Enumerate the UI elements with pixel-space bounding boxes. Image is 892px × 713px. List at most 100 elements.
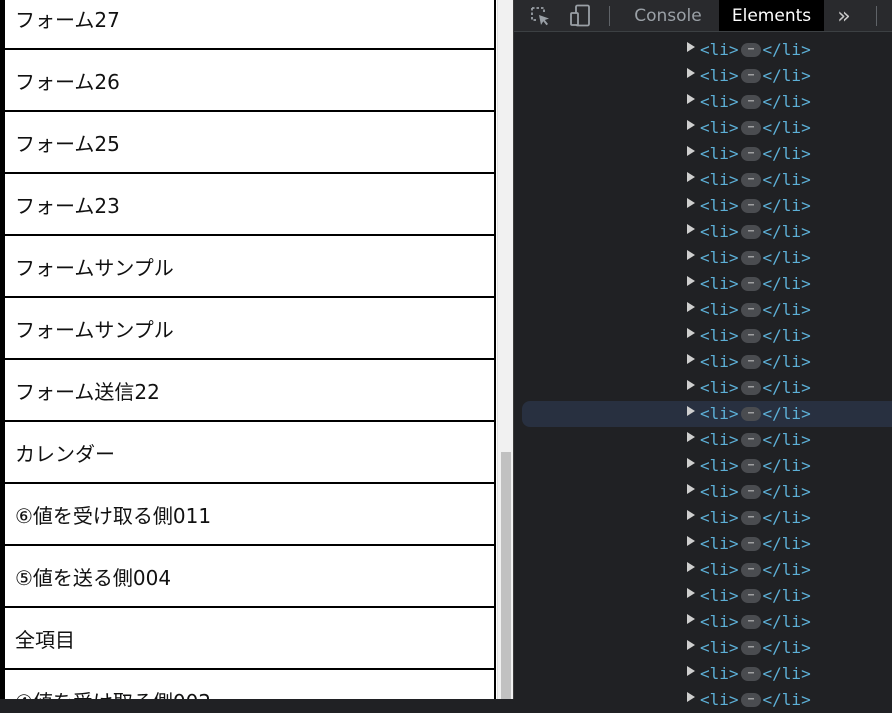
list-item[interactable]: カレンダー (5, 420, 496, 482)
dom-node-li[interactable]: <li> ⋯ </li> (514, 531, 892, 557)
expand-triangle-icon[interactable] (687, 510, 695, 520)
expand-triangle-icon[interactable] (687, 458, 695, 468)
collapsed-content-ellipsis[interactable]: ⋯ (740, 302, 761, 317)
collapsed-content-ellipsis[interactable]: ⋯ (740, 146, 761, 161)
dom-node-li[interactable]: <li> ⋯ </li> (514, 219, 892, 245)
dom-node-li[interactable]: <li> ⋯ </li> (514, 141, 892, 167)
collapsed-content-ellipsis[interactable]: ⋯ (740, 172, 761, 187)
collapsed-content-ellipsis[interactable]: ⋯ (740, 120, 761, 135)
expand-triangle-icon[interactable] (687, 588, 695, 598)
list-item[interactable]: フォーム23 (5, 172, 496, 234)
expand-triangle-icon[interactable] (687, 354, 695, 364)
expand-triangle-icon[interactable] (687, 666, 695, 676)
dom-node-li[interactable]: <li> ⋯ </li> (514, 245, 892, 271)
expand-triangle-icon[interactable] (687, 302, 695, 312)
list-item[interactable]: ⑤値を送る側004 (5, 544, 496, 606)
list-item[interactable]: フォームサンプル (5, 234, 496, 296)
collapsed-content-ellipsis[interactable]: ⋯ (740, 328, 761, 343)
dom-node-li[interactable]: <li> ⋯ </li> (514, 557, 892, 583)
open-tag: <li> (700, 482, 739, 501)
collapsed-content-ellipsis[interactable]: ⋯ (740, 536, 761, 551)
expand-triangle-icon[interactable] (687, 692, 695, 702)
collapsed-content-ellipsis[interactable]: ⋯ (740, 68, 761, 83)
dom-node-li[interactable]: <li> ⋯ </li> (514, 297, 892, 323)
expand-triangle-icon[interactable] (687, 484, 695, 494)
expand-triangle-icon[interactable] (687, 614, 695, 624)
collapsed-content-ellipsis[interactable]: ⋯ (740, 562, 761, 577)
dom-node-li[interactable]: <li> ⋯ </li> (514, 453, 892, 479)
dom-node-li[interactable]: <li> ⋯ </li> (514, 193, 892, 219)
list-item[interactable]: 全項目 (5, 606, 496, 668)
expand-triangle-icon[interactable] (687, 640, 695, 650)
expand-triangle-icon[interactable] (687, 224, 695, 234)
expand-triangle-icon[interactable] (687, 172, 695, 182)
dom-node-li[interactable]: <li> ⋯ </li> (514, 271, 892, 297)
expand-triangle-icon[interactable] (687, 42, 695, 52)
expand-triangle-icon[interactable] (687, 536, 695, 546)
list-item[interactable]: フォーム25 (5, 110, 496, 172)
collapsed-content-ellipsis[interactable]: ⋯ (740, 640, 761, 655)
expand-triangle-icon[interactable] (687, 432, 695, 442)
dom-node-li[interactable]: <li> ⋯ </li> (514, 635, 892, 661)
collapsed-content-ellipsis[interactable]: ⋯ (740, 666, 761, 681)
collapsed-content-ellipsis[interactable]: ⋯ (740, 42, 761, 57)
dom-node-li[interactable]: <li> ⋯ </li> (514, 89, 892, 115)
collapsed-content-ellipsis[interactable]: ⋯ (740, 458, 761, 473)
expand-triangle-icon[interactable] (687, 406, 695, 416)
collapsed-content-ellipsis[interactable]: ⋯ (740, 614, 761, 629)
dom-node-li[interactable]: <li> ⋯ </li> (514, 63, 892, 89)
dom-node-li[interactable]: <li> ⋯ </li> (514, 323, 892, 349)
collapsed-content-ellipsis[interactable]: ⋯ (740, 198, 761, 213)
tab-console[interactable]: Console (624, 0, 712, 31)
dom-node-li[interactable]: <li> ⋯ </li> (514, 687, 892, 713)
expand-triangle-icon[interactable] (687, 276, 695, 286)
collapsed-content-ellipsis[interactable]: ⋯ (740, 224, 761, 239)
collapsed-content-ellipsis[interactable]: ⋯ (740, 250, 761, 265)
dom-node-markup: <li> ⋯ </li> (700, 508, 811, 527)
collapsed-content-ellipsis[interactable]: ⋯ (740, 510, 761, 525)
expand-triangle-icon[interactable] (687, 328, 695, 338)
list-item[interactable]: ⑥値を受け取る側011 (5, 482, 496, 544)
dom-node-li[interactable]: <li> ⋯ </li> (514, 427, 892, 453)
dom-node-li[interactable]: <li> ⋯ </li> (514, 349, 892, 375)
expand-triangle-icon[interactable] (687, 562, 695, 572)
scrollbar-thumb[interactable] (501, 452, 511, 699)
collapsed-content-ellipsis[interactable]: ⋯ (740, 94, 761, 109)
close-tag: </li> (762, 586, 811, 605)
expand-triangle-icon[interactable] (687, 380, 695, 390)
collapsed-content-ellipsis[interactable]: ⋯ (740, 588, 761, 603)
collapsed-content-ellipsis[interactable]: ⋯ (740, 484, 761, 499)
expand-triangle-icon[interactable] (687, 120, 695, 130)
device-toolbar-icon[interactable] (568, 4, 592, 28)
collapsed-content-ellipsis[interactable]: ⋯ (740, 354, 761, 369)
list-item[interactable]: フォーム送信22 (5, 358, 496, 420)
dom-node-li[interactable]: <li> ⋯ </li> (514, 583, 892, 609)
tab-elements[interactable]: Elements (719, 0, 824, 31)
dom-node-li[interactable]: <li> ⋯ </li> (522, 401, 892, 427)
collapsed-content-ellipsis[interactable]: ⋯ (740, 432, 761, 447)
dom-node-li[interactable]: <li> ⋯ </li> (514, 661, 892, 687)
dom-node-li[interactable]: <li> ⋯ </li> (514, 37, 892, 63)
list-item[interactable]: フォーム27 (5, 0, 496, 48)
dom-node-li[interactable]: <li> ⋯ </li> (514, 167, 892, 193)
expand-triangle-icon[interactable] (687, 146, 695, 156)
dom-node-li[interactable]: <li> ⋯ </li> (514, 505, 892, 531)
expand-triangle-icon[interactable] (687, 250, 695, 260)
dom-node-li[interactable]: <li> ⋯ </li> (514, 115, 892, 141)
expand-triangle-icon[interactable] (687, 94, 695, 104)
expand-triangle-icon[interactable] (687, 198, 695, 208)
list-item[interactable]: ④値を受け取る側002 (5, 668, 496, 699)
dom-node-li[interactable]: <li> ⋯ </li> (514, 375, 892, 401)
page-scrollbar[interactable] (497, 0, 513, 699)
expand-triangle-icon[interactable] (687, 68, 695, 78)
list-item[interactable]: フォーム26 (5, 48, 496, 110)
more-tabs-icon[interactable]: » (830, 2, 858, 30)
collapsed-content-ellipsis[interactable]: ⋯ (740, 406, 761, 421)
collapsed-content-ellipsis[interactable]: ⋯ (740, 692, 761, 707)
dom-node-li[interactable]: <li> ⋯ </li> (514, 479, 892, 505)
inspect-element-icon[interactable] (528, 4, 552, 28)
collapsed-content-ellipsis[interactable]: ⋯ (740, 276, 761, 291)
dom-node-li[interactable]: <li> ⋯ </li> (514, 609, 892, 635)
collapsed-content-ellipsis[interactable]: ⋯ (740, 380, 761, 395)
list-item[interactable]: フォームサンプル (5, 296, 496, 358)
